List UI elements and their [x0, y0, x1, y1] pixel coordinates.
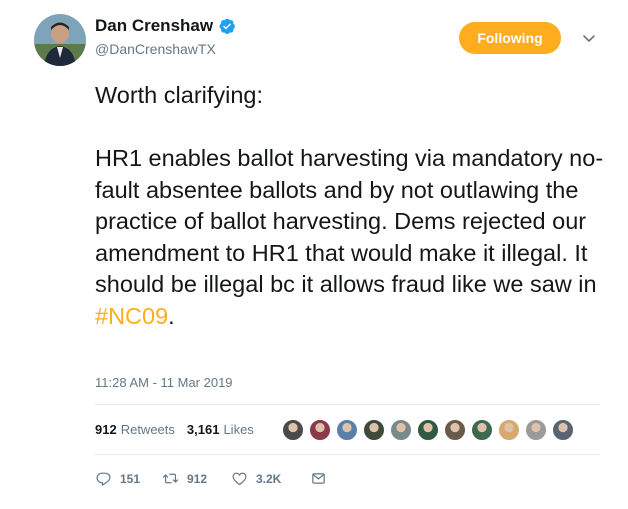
tweet-timestamp[interactable]: 11:28 AM - 11 Mar 2019 [95, 375, 233, 390]
like-count: 3.2K [256, 471, 282, 486]
retweets-stat[interactable]: 912 Retweets [95, 422, 175, 437]
liker-avatar[interactable] [552, 419, 574, 441]
heart-icon [232, 472, 247, 486]
retweet-button[interactable]: 912 [162, 470, 231, 487]
reply-button[interactable]: 151 [95, 470, 162, 487]
verified-badge-icon [218, 17, 236, 35]
liker-avatar[interactable] [498, 419, 520, 441]
likes-stat[interactable]: 3,161 Likes [187, 422, 254, 437]
liker-avatar[interactable] [363, 419, 385, 441]
liker-avatar[interactable] [471, 419, 493, 441]
tweet-text: Worth clarifying: HR1 enables ballot har… [95, 80, 615, 332]
liker-avatar[interactable] [336, 419, 358, 441]
divider [95, 454, 600, 455]
like-button[interactable]: 3.2K [231, 470, 310, 487]
divider [95, 404, 600, 405]
hashtag-link[interactable]: #NC09 [95, 303, 168, 329]
direct-message-button[interactable] [310, 470, 335, 487]
author-handle[interactable]: @DanCrenshawTX [95, 40, 216, 58]
retweet-count: 912 [187, 471, 208, 486]
retweet-icon [162, 473, 179, 484]
envelope-icon [312, 473, 325, 484]
liker-avatar[interactable] [444, 419, 466, 441]
likes-label: Likes [223, 422, 254, 437]
retweets-count: 912 [95, 422, 117, 437]
reply-icon [96, 472, 111, 486]
liker-avatar[interactable] [417, 419, 439, 441]
tweet-stats: 912 Retweets 3,161 Likes [95, 422, 266, 437]
following-button[interactable]: Following [459, 22, 561, 54]
tweet-card: Dan Crenshaw @DanCrenshawTX Following Wo… [0, 0, 628, 509]
tweet-actions: 151 912 3.2K [95, 470, 335, 487]
chevron-down-icon[interactable] [582, 31, 596, 45]
liker-avatars [282, 419, 579, 441]
tweet-text-end: . [168, 302, 175, 329]
tweet-body: Worth clarifying: HR1 enables ballot har… [95, 82, 604, 297]
author-avatar[interactable] [34, 14, 86, 66]
liker-avatar[interactable] [309, 419, 331, 441]
retweets-label: Retweets [120, 422, 175, 437]
liker-avatar[interactable] [525, 419, 547, 441]
likes-count: 3,161 [186, 422, 220, 437]
liker-avatar[interactable] [390, 419, 412, 441]
author-display-name[interactable]: Dan Crenshaw [95, 16, 213, 36]
author-name-row: Dan Crenshaw [95, 16, 236, 36]
reply-count: 151 [120, 471, 141, 486]
liker-avatar[interactable] [282, 419, 304, 441]
